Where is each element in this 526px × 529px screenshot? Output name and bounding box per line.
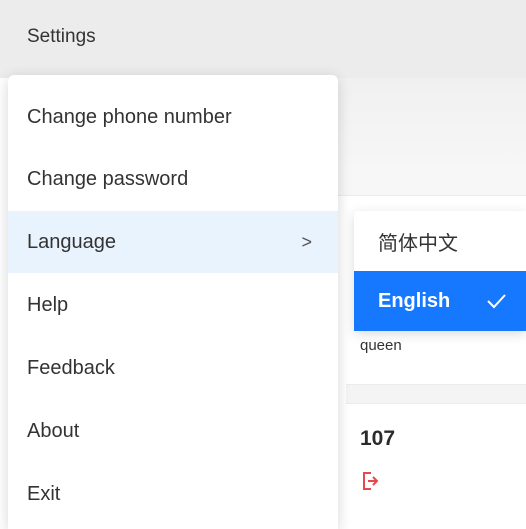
stat-value: 107 <box>360 427 396 450</box>
menu-item-exit[interactable]: Exit <box>8 463 338 525</box>
menu-item-language[interactable]: Language > <box>8 211 338 273</box>
language-option-label: 简体中文 <box>378 232 458 255</box>
menu-item-help[interactable]: Help <box>8 274 338 336</box>
section-divider <box>346 384 526 404</box>
language-option-label: English <box>378 289 451 312</box>
settings-bar: Settings <box>0 0 526 78</box>
menu-item-label: Feedback <box>27 356 115 379</box>
menu-item-label: Change phone number <box>27 105 232 128</box>
language-option-simplified-chinese[interactable]: 简体中文 <box>354 211 526 271</box>
menu-item-label: Change password <box>27 167 189 190</box>
exit-icon[interactable] <box>361 471 379 491</box>
settings-menu: Change phone number Change password Lang… <box>8 75 338 529</box>
checkmark-icon <box>485 291 507 311</box>
menu-item-feedback[interactable]: Feedback <box>8 337 338 399</box>
menu-item-label: Help <box>27 293 69 316</box>
username: queen <box>360 337 402 354</box>
menu-item-about[interactable]: About <box>8 400 338 462</box>
menu-item-label: About <box>27 419 80 442</box>
menu-item-label: Language <box>27 230 116 253</box>
settings-label[interactable]: Settings <box>27 27 96 46</box>
chevron-right-icon: > <box>301 232 312 252</box>
menu-item-label: Exit <box>27 482 61 505</box>
menu-item-change-password[interactable]: Change password <box>8 148 338 210</box>
menu-item-change-phone-number[interactable]: Change phone number <box>8 86 338 148</box>
language-option-english[interactable]: English <box>354 271 526 331</box>
language-submenu: 简体中文 English <box>354 211 526 331</box>
